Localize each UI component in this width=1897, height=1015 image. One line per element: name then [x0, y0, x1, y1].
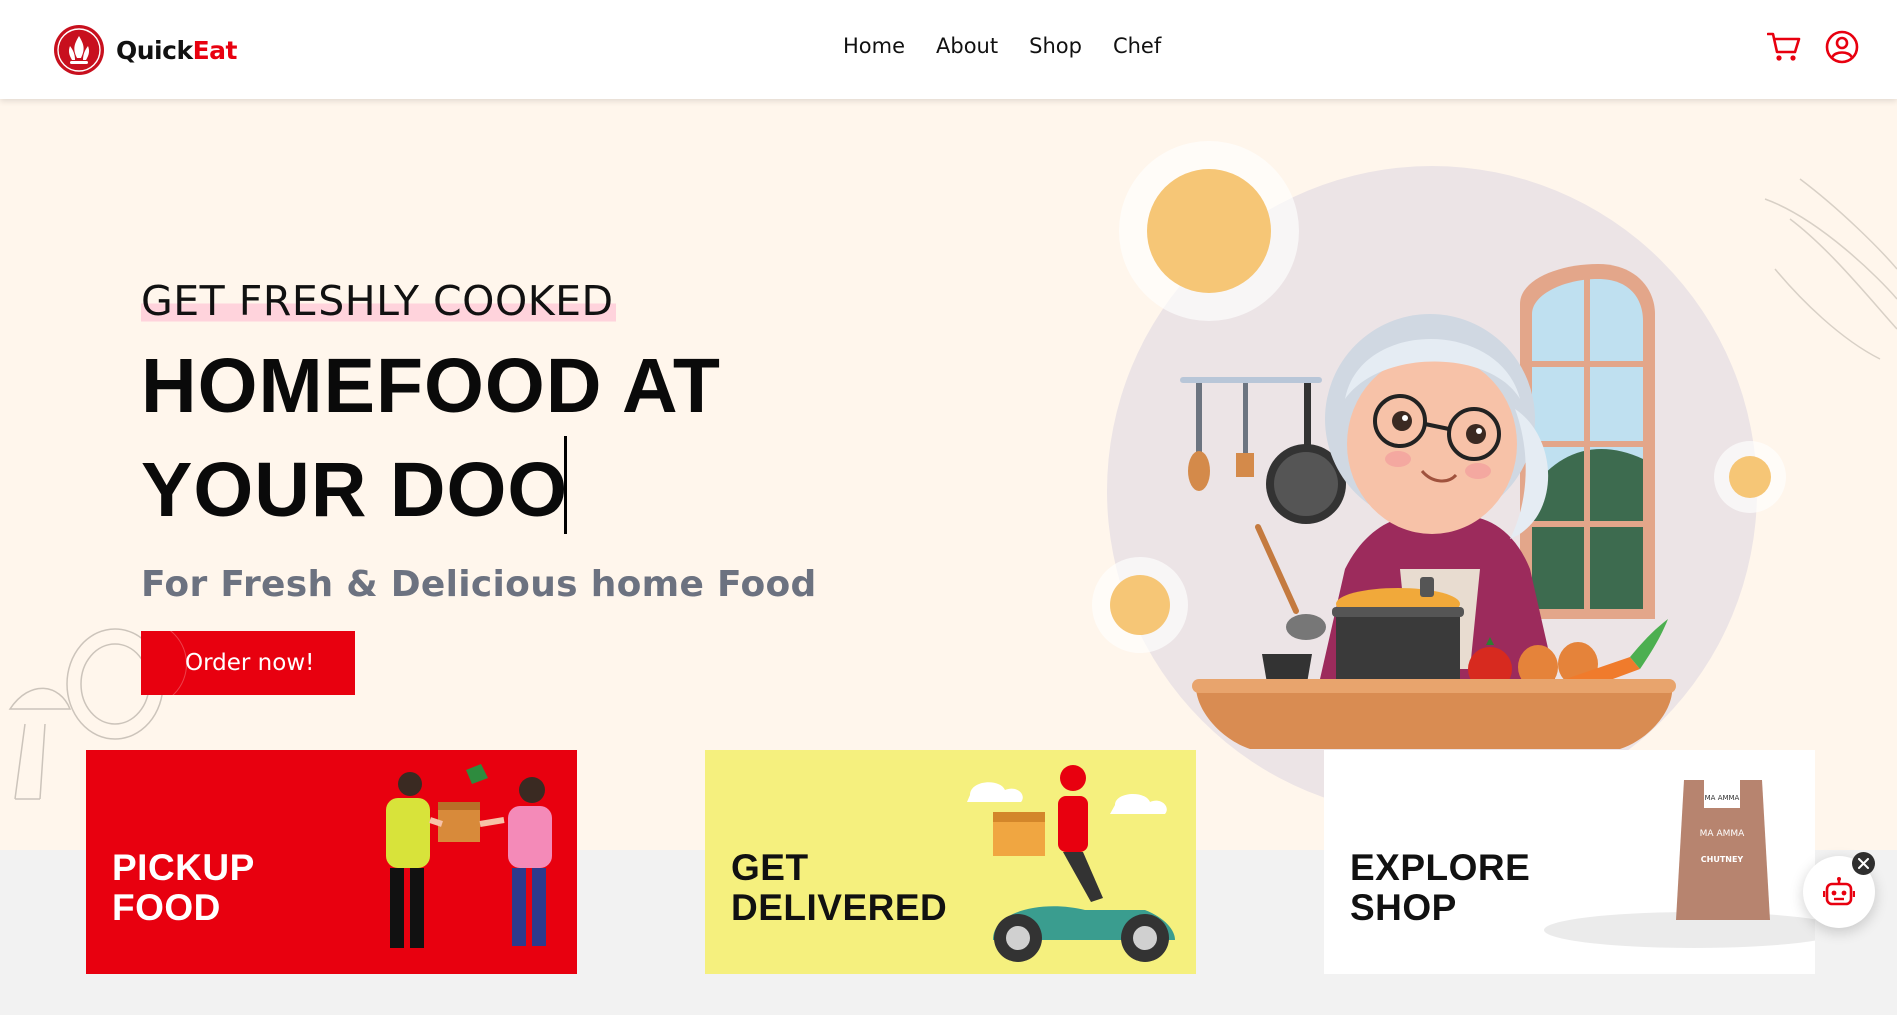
hero-heading-line1: HOMEFOOD AT	[141, 343, 721, 430]
user-account-button[interactable]	[1823, 28, 1861, 66]
cooking-pot-illustration	[1332, 577, 1464, 687]
brand-logo[interactable]: QuickEat	[53, 24, 237, 76]
chef-flame-logo-icon	[54, 25, 104, 75]
counter-illustration	[1195, 685, 1673, 749]
hero-section: GET FRESHLY COOKED HOMEFOOD AT YOUR DOO …	[0, 99, 1897, 850]
robot-icon	[1823, 877, 1855, 906]
brand-name: QuickEat	[116, 36, 237, 65]
nav-link-shop[interactable]: Shop	[1029, 34, 1082, 58]
get-delivered-card[interactable]: GET DELIVERED	[705, 750, 1196, 974]
explore-shop-title: EXPLORE SHOP	[1350, 848, 1530, 928]
pickup-food-title-line2: FOOD	[112, 887, 221, 928]
nav-link-chef[interactable]: Chef	[1113, 34, 1161, 58]
nav-icons	[1765, 28, 1861, 66]
explore-shop-title-line2: SHOP	[1350, 887, 1457, 928]
close-icon	[1858, 858, 1869, 869]
get-delivered-title: GET DELIVERED	[731, 848, 947, 928]
pouch-brand-large: MA AMMA	[1700, 829, 1745, 839]
explore-shop-card[interactable]: MA AMMA MA AMMA CHUTNEY EXPLORE SHOP	[1324, 750, 1815, 974]
pickup-food-title-line1: PICKUP	[112, 847, 255, 888]
main-nav: Home About Shop Chef	[843, 34, 1161, 58]
get-delivered-title-line1: GET	[731, 847, 809, 888]
order-now-button[interactable]: Order now!	[141, 631, 355, 695]
hero-heading: HOMEFOOD AT YOUR DOO	[141, 336, 817, 540]
nav-link-about[interactable]: About	[936, 34, 998, 58]
brand-name-part2: Eat	[192, 35, 238, 65]
hero-tagline: GET FRESHLY COOKED	[141, 277, 616, 325]
typing-cursor	[564, 436, 568, 535]
hero-text: GET FRESHLY COOKED HOMEFOOD AT YOUR DOO …	[141, 277, 817, 606]
explore-shop-title-line1: EXPLORE	[1350, 847, 1531, 888]
pickup-food-card[interactable]: PICKUP FOOD	[86, 750, 577, 974]
get-delivered-title-line2: DELIVERED	[731, 887, 948, 928]
pickup-food-title: PICKUP FOOD	[112, 848, 255, 928]
pouch-brand: MA AMMA	[1705, 794, 1740, 802]
hero-heading-line2-wrap: YOUR DOO	[141, 436, 817, 540]
cart-button[interactable]	[1765, 28, 1803, 66]
chatbot-close-button[interactable]	[1852, 852, 1875, 875]
nav-link-home[interactable]: Home	[843, 34, 905, 58]
top-navbar: QuickEat Home About Shop Chef	[0, 0, 1897, 99]
user-account-icon	[1825, 30, 1859, 64]
pouch-product: CHUTNEY	[1701, 855, 1744, 864]
corn-sketch-icon	[1764, 178, 1897, 360]
hero-heading-line2: YOUR DOO	[141, 447, 569, 534]
cart-icon	[1767, 32, 1801, 61]
hero-subheading: For Fresh & Delicious home Food	[141, 564, 817, 606]
brand-name-part1: Quick	[116, 35, 193, 65]
